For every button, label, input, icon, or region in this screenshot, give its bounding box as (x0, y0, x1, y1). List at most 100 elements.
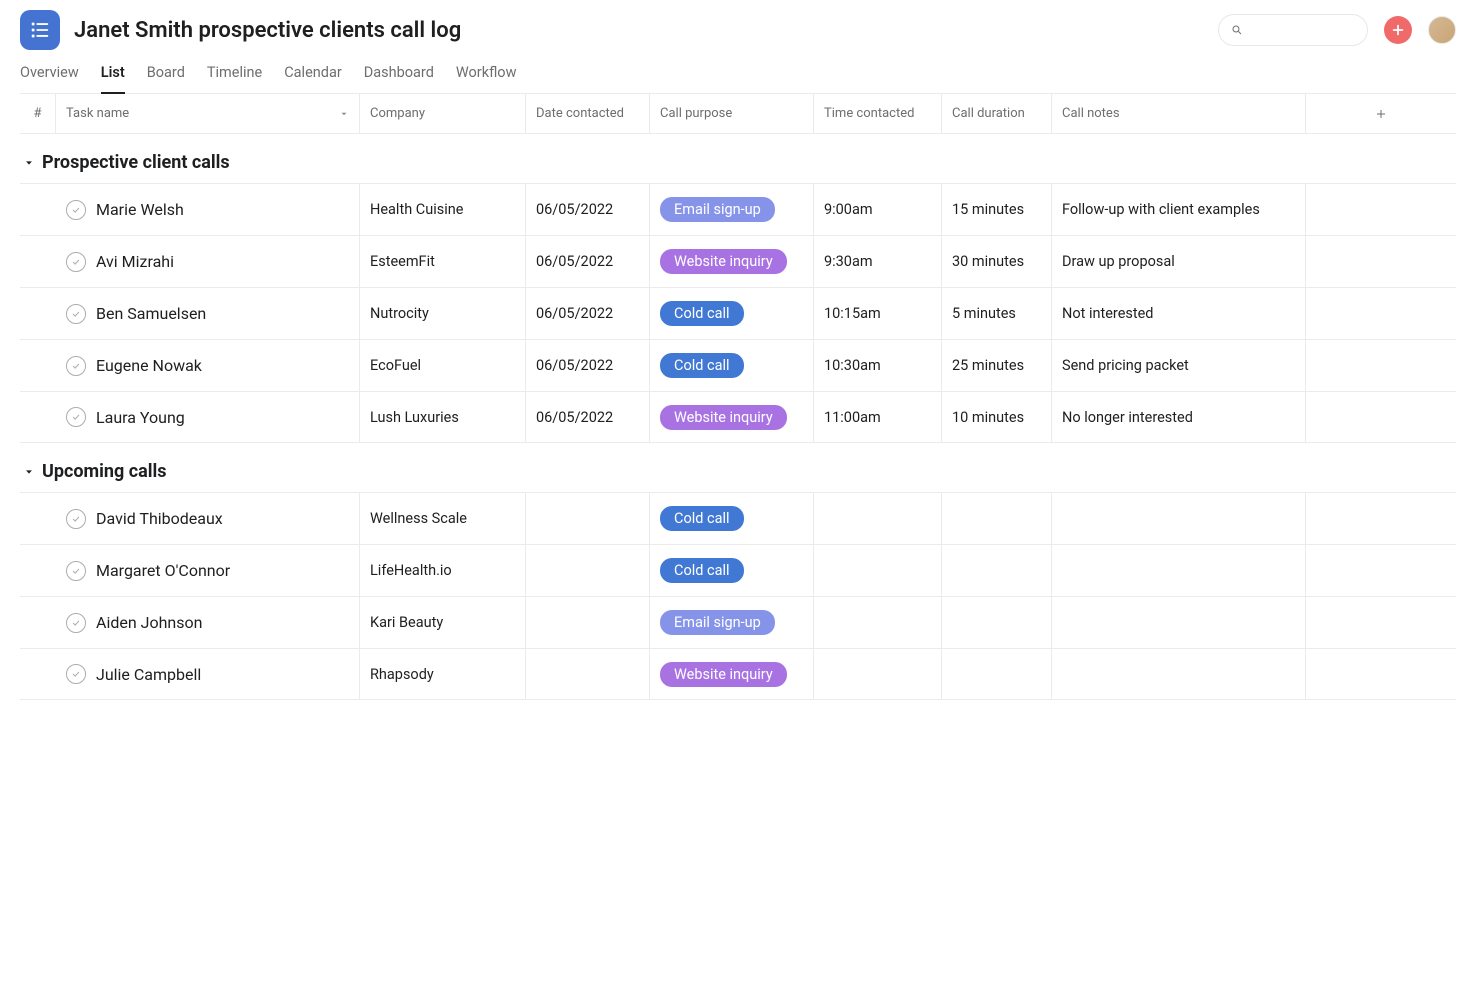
add-button[interactable] (1384, 16, 1412, 44)
company-cell[interactable]: Rhapsody (360, 649, 526, 699)
time-cell[interactable]: 11:00am (814, 392, 942, 442)
date-cell[interactable]: 06/05/2022 (526, 184, 650, 235)
date-cell[interactable]: 06/05/2022 (526, 340, 650, 391)
notes-cell[interactable]: Follow-up with client examples (1052, 184, 1306, 235)
purpose-cell[interactable]: Email sign-up (650, 184, 814, 235)
table-row[interactable]: David ThibodeauxWellness Scale Cold call (20, 492, 1456, 544)
task-name-cell[interactable]: Aiden Johnson (56, 597, 360, 648)
complete-toggle[interactable] (66, 200, 86, 220)
date-cell[interactable] (526, 597, 650, 648)
complete-toggle[interactable] (66, 356, 86, 376)
caret-down-icon[interactable] (24, 158, 34, 168)
duration-cell[interactable]: 25 minutes (942, 340, 1052, 391)
add-column-button[interactable] (1306, 94, 1456, 133)
date-cell[interactable]: 06/05/2022 (526, 392, 650, 442)
time-cell[interactable] (814, 493, 942, 544)
table-row[interactable]: Marie WelshHealth Cuisine06/05/2022Email… (20, 183, 1456, 235)
complete-toggle[interactable] (66, 664, 86, 684)
complete-toggle[interactable] (66, 509, 86, 529)
purpose-cell[interactable]: Cold call (650, 288, 814, 339)
time-cell[interactable] (814, 545, 942, 596)
date-cell[interactable]: 06/05/2022 (526, 288, 650, 339)
purpose-cell[interactable]: Email sign-up (650, 597, 814, 648)
notes-cell[interactable]: Draw up proposal (1052, 236, 1306, 287)
table-row[interactable]: Laura YoungLush Luxuries06/05/2022Websit… (20, 391, 1456, 443)
task-name-cell[interactable]: David Thibodeaux (56, 493, 360, 544)
date-cell[interactable] (526, 493, 650, 544)
tab-calendar[interactable]: Calendar (284, 58, 342, 93)
duration-cell[interactable]: 30 minutes (942, 236, 1052, 287)
complete-toggle[interactable] (66, 304, 86, 324)
column-call-purpose[interactable]: Call purpose (650, 94, 814, 133)
column-call-notes[interactable]: Call notes (1052, 94, 1306, 133)
caret-down-icon[interactable] (24, 467, 34, 477)
date-cell[interactable]: 06/05/2022 (526, 236, 650, 287)
notes-cell[interactable]: No longer interested (1052, 392, 1306, 442)
complete-toggle[interactable] (66, 613, 86, 633)
purpose-cell[interactable]: Website inquiry (650, 649, 814, 699)
duration-cell[interactable] (942, 597, 1052, 648)
time-cell[interactable] (814, 597, 942, 648)
time-cell[interactable]: 10:30am (814, 340, 942, 391)
notes-cell[interactable] (1052, 597, 1306, 648)
company-cell[interactable]: EsteemFit (360, 236, 526, 287)
duration-cell[interactable]: 10 minutes (942, 392, 1052, 442)
notes-cell[interactable]: Not interested (1052, 288, 1306, 339)
table-row[interactable]: Julie CampbellRhapsody Website inquiry (20, 648, 1456, 700)
section-header[interactable]: Upcoming calls (20, 443, 1456, 492)
time-cell[interactable]: 9:30am (814, 236, 942, 287)
date-cell[interactable] (526, 545, 650, 596)
purpose-cell[interactable]: Website inquiry (650, 392, 814, 442)
search-input[interactable] (1249, 23, 1355, 38)
company-cell[interactable]: LifeHealth.io (360, 545, 526, 596)
notes-cell[interactable] (1052, 545, 1306, 596)
column-call-duration[interactable]: Call duration (942, 94, 1052, 133)
company-cell[interactable]: Wellness Scale (360, 493, 526, 544)
company-cell[interactable]: Health Cuisine (360, 184, 526, 235)
tab-list[interactable]: List (101, 58, 125, 93)
page-title[interactable]: Janet Smith prospective clients call log (74, 18, 1204, 43)
time-cell[interactable]: 10:15am (814, 288, 942, 339)
time-cell[interactable]: 9:00am (814, 184, 942, 235)
task-name-cell[interactable]: Eugene Nowak (56, 340, 360, 391)
column-date-contacted[interactable]: Date contacted (526, 94, 650, 133)
purpose-cell[interactable]: Cold call (650, 545, 814, 596)
task-name-cell[interactable]: Avi Mizrahi (56, 236, 360, 287)
task-name-cell[interactable]: Ben Samuelsen (56, 288, 360, 339)
table-row[interactable]: Margaret O'ConnorLifeHealth.io Cold call (20, 544, 1456, 596)
user-avatar[interactable] (1428, 16, 1456, 44)
duration-cell[interactable] (942, 545, 1052, 596)
chevron-down-icon[interactable] (339, 109, 349, 119)
date-cell[interactable] (526, 649, 650, 699)
company-cell[interactable]: Kari Beauty (360, 597, 526, 648)
column-task-name[interactable]: Task name (56, 94, 360, 133)
column-time-contacted[interactable]: Time contacted (814, 94, 942, 133)
task-name-cell[interactable]: Julie Campbell (56, 649, 360, 699)
company-cell[interactable]: Nutrocity (360, 288, 526, 339)
tab-dashboard[interactable]: Dashboard (364, 58, 434, 93)
notes-cell[interactable] (1052, 649, 1306, 699)
tab-board[interactable]: Board (147, 58, 185, 93)
task-name-cell[interactable]: Margaret O'Connor (56, 545, 360, 596)
notes-cell[interactable]: Send pricing packet (1052, 340, 1306, 391)
complete-toggle[interactable] (66, 407, 86, 427)
task-name-cell[interactable]: Marie Welsh (56, 184, 360, 235)
purpose-cell[interactable]: Cold call (650, 340, 814, 391)
company-cell[interactable]: EcoFuel (360, 340, 526, 391)
time-cell[interactable] (814, 649, 942, 699)
table-row[interactable]: Ben SamuelsenNutrocity06/05/2022Cold cal… (20, 287, 1456, 339)
table-row[interactable]: Avi MizrahiEsteemFit06/05/2022Website in… (20, 235, 1456, 287)
duration-cell[interactable] (942, 649, 1052, 699)
notes-cell[interactable] (1052, 493, 1306, 544)
column-company[interactable]: Company (360, 94, 526, 133)
tab-timeline[interactable]: Timeline (207, 58, 262, 93)
duration-cell[interactable]: 5 minutes (942, 288, 1052, 339)
complete-toggle[interactable] (66, 252, 86, 272)
search-box[interactable] (1218, 14, 1368, 46)
table-row[interactable]: Eugene NowakEcoFuel06/05/2022Cold call10… (20, 339, 1456, 391)
tab-overview[interactable]: Overview (20, 58, 79, 93)
table-row[interactable]: Aiden JohnsonKari Beauty Email sign-up (20, 596, 1456, 648)
purpose-cell[interactable]: Cold call (650, 493, 814, 544)
section-header[interactable]: Prospective client calls (20, 134, 1456, 183)
company-cell[interactable]: Lush Luxuries (360, 392, 526, 442)
